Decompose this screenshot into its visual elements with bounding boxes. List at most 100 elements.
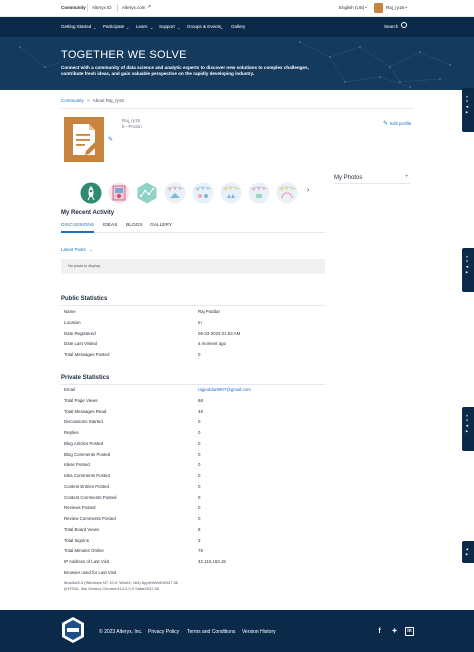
stat-value: 48 [198, 408, 203, 414]
stat-value: 42.110.163.19 [198, 559, 226, 564]
breadcrumb-current: About Raj_ry18 [92, 98, 124, 103]
stat-label: Contest Comments Posted [64, 494, 117, 500]
stat-value: 0 [198, 473, 201, 478]
private-stats-title: Private Statistics [61, 375, 110, 381]
tab-ideas[interactable]: IDEAS [103, 223, 117, 228]
add-photo-button[interactable]: + [405, 174, 409, 180]
hero-subtitle: Connect with a community of data science… [61, 65, 309, 76]
community-link[interactable]: Community [61, 5, 86, 10]
breadcrumb: Community > About Raj_ry18 [61, 98, 124, 103]
edit-avatar-icon[interactable]: ✎ [108, 136, 113, 143]
activity-tabs: DISCUSSIONS IDEAS BLOGS GALLERY [61, 222, 325, 233]
my-photos-title: My Photos [334, 175, 363, 181]
nav-groups-events[interactable]: Groups & Events [187, 24, 221, 29]
terms-link[interactable]: Terms and Conditions [187, 629, 235, 635]
empty-posts-panel: No posts to display. [61, 259, 325, 274]
stat-value: 0 [198, 483, 201, 489]
edit-profile-label: Edit profile [390, 121, 412, 126]
stat-value: 0 [198, 505, 201, 511]
search-icon[interactable] [401, 22, 407, 28]
chevron-down-icon[interactable]: ⌄ [404, 4, 408, 10]
stat-label: Total Messages Posted [64, 352, 110, 358]
certificate-badge-icon[interactable] [108, 182, 130, 204]
stat-label: Replies [64, 430, 79, 435]
stat-value: 3 [198, 537, 201, 543]
side-tab-label: ◀ ▶ ▲ ▼ [465, 254, 469, 275]
breadcrumb-separator: > [87, 98, 90, 103]
divider [117, 4, 118, 12]
bunting-badge-icon[interactable] [248, 182, 270, 204]
chevron-down-icon[interactable]: ⌄ [364, 4, 368, 10]
tab-blogs[interactable]: BLOGS [126, 223, 143, 228]
nav-participate[interactable]: Participate [103, 24, 124, 29]
constellation-pattern [19, 41, 451, 88]
language-selector[interactable]: English (US) [339, 5, 364, 10]
facebook-icon[interactable]: f [375, 627, 384, 636]
divider [87, 4, 88, 12]
nav-gallery[interactable]: Gallery [231, 24, 245, 29]
stat-label: Review Comments Posted [64, 516, 116, 521]
bunting-badge-icon[interactable] [164, 182, 186, 204]
hero-title: TOGETHER WE SOLVE [61, 49, 187, 61]
profile-rank: 5 - Proton [122, 124, 142, 129]
stat-label: Total Signins [64, 537, 89, 543]
chevron-down-icon: ⌄ [126, 25, 130, 30]
stat-label: Contest Entries Posted [64, 483, 109, 489]
privacy-policy-link[interactable]: Privacy Policy [148, 629, 179, 635]
alteryx-id-link[interactable]: Alteryx ID [92, 5, 112, 10]
stat-value: Raj Poddar [198, 309, 220, 314]
search-button[interactable]: Search [384, 24, 398, 29]
stat-label: Email [64, 387, 75, 392]
rocket-badge-icon[interactable] [80, 182, 102, 204]
side-tab[interactable]: ◀ ▶ [462, 541, 474, 563]
chevron-right-icon[interactable]: › [307, 187, 309, 194]
active-tab-indicator [61, 231, 94, 233]
network-badge-icon[interactable] [136, 182, 158, 204]
nav-support[interactable]: Support [159, 24, 175, 29]
user-avatar[interactable] [374, 3, 383, 13]
top-utility-bar: Community Alteryx ID Alteryx.com ↗ Engli… [0, 0, 474, 17]
tab-gallery[interactable]: GALLERY [150, 223, 172, 228]
stat-label: Ideas Posted [64, 462, 90, 468]
user-menu[interactable]: Raj_ry18 [386, 5, 404, 10]
divider [61, 305, 325, 306]
stat-value: 0 [198, 451, 201, 457]
linkedin-icon[interactable]: in [405, 627, 414, 636]
stat-label: Browser used for Last Visit [64, 569, 117, 575]
twitter-icon[interactable]: ✦ [390, 627, 399, 636]
stat-value: 05-23-2023 01:53 AM [198, 330, 241, 336]
chevron-down-icon: ⌄ [89, 247, 93, 252]
nav-learn[interactable]: Learn [136, 24, 148, 29]
stat-label: Total Minutes Online [64, 548, 104, 554]
bunting-badge-icon[interactable] [220, 182, 242, 204]
bunting-badge-icon[interactable] [192, 182, 214, 204]
stat-label: Date Registered [64, 330, 96, 336]
stat-value: 0 [198, 462, 201, 468]
stat-label: Discussions Started [64, 419, 103, 425]
version-history-link[interactable]: Version History [242, 629, 276, 635]
bunting-badge-icon[interactable] [276, 182, 298, 204]
stat-value: a moment ago [198, 341, 227, 347]
stat-value: 78 [198, 548, 203, 554]
side-tab[interactable]: ◀ ▶ ▲ ▼ [462, 407, 474, 451]
chevron-down-icon: ⌄ [93, 25, 97, 30]
footer: © 2023 Alteryx, Inc. Privacy Policy Term… [0, 610, 474, 652]
profile-username: Raj_ry18 [122, 118, 141, 123]
chevron-down-icon: ⌄ [177, 25, 181, 30]
stat-label: Blog Comments Posted [64, 451, 111, 457]
side-tab[interactable]: ◀ ▶ ▲ ▼ [462, 248, 474, 292]
nav-getting-started[interactable]: Getting Started [61, 24, 91, 29]
stat-value: In [198, 319, 202, 325]
breadcrumb-community-link[interactable]: Community [61, 98, 84, 103]
divider [61, 384, 325, 385]
stat-label: Idea Comments Posted [64, 473, 110, 478]
stat-value: 0 [198, 440, 201, 446]
stat-value: 8 [198, 526, 201, 532]
tab-discussions[interactable]: DISCUSSIONS [61, 223, 94, 228]
email-link[interactable]: rajpoddar8907@gmail.com [198, 387, 251, 392]
side-tab[interactable]: ◀ ▶ ▲ ▼ [462, 88, 474, 132]
edit-profile-link[interactable]: ✎ Edit profile [383, 120, 411, 127]
alteryx-com-link[interactable]: Alteryx.com [122, 5, 146, 10]
chevron-down-icon: ⌄ [220, 25, 224, 30]
latest-posts-filter[interactable]: Latest Posts ⌄ [61, 247, 93, 253]
